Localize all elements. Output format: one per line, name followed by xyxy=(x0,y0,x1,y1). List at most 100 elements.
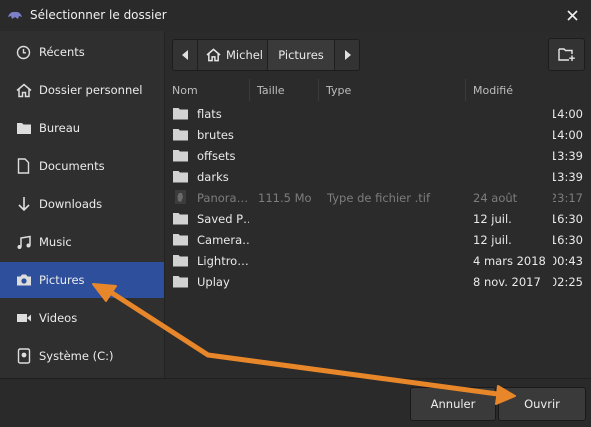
file-date xyxy=(473,166,563,187)
sidebar-item-label: Videos xyxy=(39,311,78,325)
folder-icon xyxy=(173,150,188,162)
chevron-left-icon xyxy=(181,50,188,60)
column-header: Nom Taille Type Modifié xyxy=(165,79,591,101)
new-folder-button[interactable] xyxy=(548,38,585,71)
file-date xyxy=(473,103,563,124)
close-button[interactable] xyxy=(563,6,581,24)
open-button[interactable]: Ouvrir xyxy=(498,387,586,421)
file-time: 13:39 xyxy=(553,169,583,184)
folder-icon xyxy=(15,120,32,137)
path-segment-label: Michel xyxy=(226,48,263,62)
file-name: Panora… xyxy=(197,190,249,205)
sidebar-item-label: Pictures xyxy=(39,273,85,287)
sidebar-item-pictures[interactable]: Pictures xyxy=(0,262,164,298)
file-row[interactable]: offsets 13:39 xyxy=(165,145,591,166)
close-icon xyxy=(566,9,578,21)
file-row[interactable]: Camera… 12 juil. 16:30 xyxy=(165,229,591,250)
file-name: offsets xyxy=(197,148,236,163)
path-segment-label: Pictures xyxy=(278,48,324,62)
file-time: 14:00 xyxy=(553,127,583,142)
file-row[interactable]: Uplay 8 nov. 2017 02:25 xyxy=(165,271,591,292)
path-bar: Michel Pictures xyxy=(172,39,360,71)
file-date xyxy=(473,124,563,145)
file-row[interactable]: flats 14:00 xyxy=(165,103,591,124)
sidebar-item-home[interactable]: Dossier personnel xyxy=(0,72,164,108)
sidebar-item-label: Bureau xyxy=(39,121,81,135)
sidebar-item-label: Système (C:) xyxy=(39,349,114,363)
file-type: Type de fichier .tif xyxy=(327,190,431,205)
window-title: Sélectionner le dossier xyxy=(30,8,167,22)
file-date xyxy=(473,145,563,166)
column-header-modified[interactable]: Modifié xyxy=(466,79,591,101)
file-time: 16:30 xyxy=(553,211,583,226)
file-date: 12 juil. xyxy=(473,211,512,226)
folder-icon xyxy=(173,171,188,183)
sidebar-item-downloads[interactable]: Downloads xyxy=(0,186,164,222)
file-time: 14:00 xyxy=(553,106,583,121)
file-name: Uplay xyxy=(197,274,230,289)
chevron-right-icon xyxy=(344,50,351,60)
column-header-size[interactable]: Taille xyxy=(250,79,319,101)
file-date: 4 mars 2018 xyxy=(473,253,546,268)
file-size: 111.5 Mo xyxy=(258,190,312,205)
app-icon xyxy=(8,11,22,19)
new-folder-icon xyxy=(557,48,575,61)
file-time: 23:17 xyxy=(553,190,583,205)
sidebar-item-label: Récents xyxy=(39,45,85,59)
column-header-type[interactable]: Type xyxy=(319,79,466,101)
file-row[interactable]: Panora… 111.5 Mo Type de fichier .tif 24… xyxy=(165,187,591,208)
file-name: flats xyxy=(197,106,222,121)
home-icon xyxy=(15,82,32,99)
sidebar-item-label: Downloads xyxy=(39,197,103,211)
dialog-footer: Annuler Ouvrir xyxy=(0,378,591,427)
folder-icon xyxy=(173,234,188,246)
folder-icon xyxy=(173,213,188,225)
sidebar-item-system-drive[interactable]: Système (C:) xyxy=(0,338,164,374)
drive-icon xyxy=(15,348,32,365)
file-row[interactable]: Saved P… 12 juil. 16:30 xyxy=(165,208,591,229)
file-date: 24 août xyxy=(473,190,518,205)
file-name: Saved P… xyxy=(197,211,249,226)
file-name: Camera… xyxy=(197,232,249,247)
column-header-name[interactable]: Nom xyxy=(165,79,250,101)
video-icon xyxy=(15,310,32,327)
file-time: 00:43 xyxy=(553,253,583,268)
file-row[interactable]: brutes 14:00 xyxy=(165,124,591,145)
file-time: 13:39 xyxy=(553,148,583,163)
sidebar-item-label: Documents xyxy=(39,159,105,173)
home-icon xyxy=(206,48,221,62)
download-icon xyxy=(15,196,32,213)
sidebar-item-documents[interactable]: Documents xyxy=(0,148,164,184)
file-name: Lightro… xyxy=(197,253,249,268)
cancel-button[interactable]: Annuler xyxy=(410,387,496,421)
path-forward-button[interactable] xyxy=(335,40,359,70)
camera-icon xyxy=(15,272,32,289)
clock-icon xyxy=(15,44,32,61)
file-time: 02:25 xyxy=(553,274,583,289)
document-icon xyxy=(15,158,32,175)
sidebar-item-label: Music xyxy=(39,235,72,249)
path-back-button[interactable] xyxy=(173,40,198,70)
file-row[interactable]: Lightro… 4 mars 2018 00:43 xyxy=(165,250,591,271)
sidebar-item-recents[interactable]: Récents xyxy=(0,34,164,70)
sidebar-item-videos[interactable]: Videos xyxy=(0,300,164,336)
file-row[interactable]: darks 13:39 xyxy=(165,166,591,187)
folder-icon xyxy=(173,129,188,141)
music-icon xyxy=(15,234,32,251)
sidebar-item-desktop[interactable]: Bureau xyxy=(0,110,164,146)
file-date: 12 juil. xyxy=(473,232,512,247)
image-file-icon xyxy=(175,190,186,204)
path-segment-current[interactable]: Pictures xyxy=(268,40,335,70)
sidebar-item-label: Dossier personnel xyxy=(39,83,143,97)
file-name: darks xyxy=(197,169,229,184)
folder-icon xyxy=(173,255,188,267)
folder-icon xyxy=(173,276,188,288)
file-browser: Michel Pictures Nom Taille Type Modifié … xyxy=(165,31,591,378)
file-name: brutes xyxy=(197,127,234,142)
file-date: 8 nov. 2017 xyxy=(473,274,541,289)
places-sidebar: Récents Dossier personnel Bureau Documen… xyxy=(0,31,165,378)
path-segment-home[interactable]: Michel xyxy=(198,40,268,70)
title-bar: Sélectionner le dossier xyxy=(0,0,591,31)
sidebar-item-music[interactable]: Music xyxy=(0,224,164,260)
folder-icon xyxy=(173,108,188,120)
